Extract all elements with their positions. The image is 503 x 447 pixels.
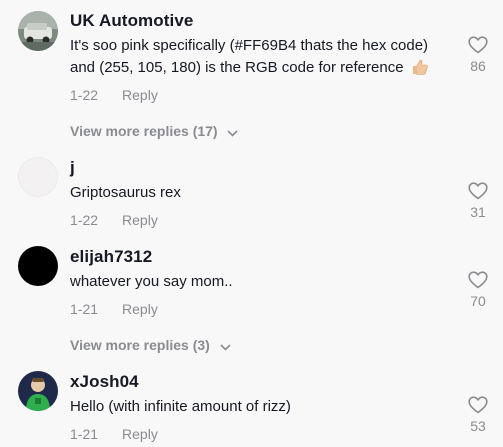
comment-text-line: and (255, 105, 180) is the RGB code for … [70,59,404,76]
comment-meta: 1-21 Reply [70,426,158,442]
comment-date: 1-22 [70,87,99,103]
avatar[interactable] [18,371,58,411]
like-button[interactable]: 53 [464,396,492,434]
reply-button[interactable]: Reply [122,301,158,317]
view-more-label: View more replies (17) [70,123,218,139]
chevron-down-icon [220,338,231,354]
view-more-replies-button[interactable]: View more replies (3) [70,337,231,354]
avatar[interactable] [18,246,58,286]
avatar[interactable] [18,157,58,197]
comment-text: Griptosaurus rex [70,184,181,201]
like-count: 86 [470,58,486,74]
view-more-label: View more replies (3) [70,337,210,353]
comment-text: whatever you say mom.. [70,273,233,290]
comment-meta: 1-21 Reply [70,301,158,317]
reply-button[interactable]: Reply [122,212,158,228]
heart-icon [468,182,488,200]
chevron-down-icon [227,124,239,140]
like-count: 70 [470,293,486,309]
comment-date: 1-22 [70,212,99,228]
reply-button[interactable]: Reply [122,87,158,103]
like-button[interactable]: 86 [464,36,492,74]
comment-text: Hello (with infinite amount of rizz) [70,398,291,415]
like-count: 31 [470,204,486,220]
comment-text-line: It's soo pink specifically (#FF69B4 that… [70,37,429,54]
comment-username[interactable]: UK Automotive [70,11,193,31]
comment-date: 1-21 [70,301,99,317]
like-button[interactable]: 70 [464,271,492,309]
comment-username[interactable]: elijah7312 [70,247,152,267]
like-count: 53 [470,418,486,434]
comment-text: It's soo pink specifically (#FF69B4 that… [70,35,450,83]
reply-button[interactable]: Reply [122,426,158,442]
heart-icon [468,36,488,54]
comment-username[interactable]: xJosh04 [70,372,139,392]
view-more-replies-button[interactable]: View more replies (17) [70,123,239,140]
like-button[interactable]: 31 [464,182,492,220]
comment-meta: 1-22 Reply [70,212,158,228]
heart-icon [468,271,488,289]
heart-icon [468,396,488,414]
thumbs-up-icon [411,58,429,83]
comment-meta: 1-22 Reply [70,87,158,103]
comment-date: 1-21 [70,426,99,442]
comment-username[interactable]: j [70,158,75,178]
avatar[interactable] [18,11,58,51]
